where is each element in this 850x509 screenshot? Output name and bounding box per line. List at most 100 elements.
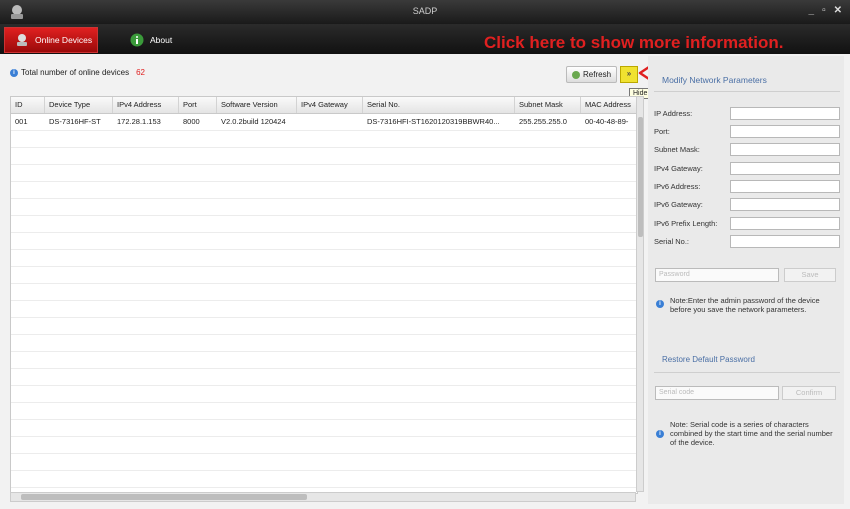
column-header-subnet-mask[interactable]: Subnet Mask <box>515 97 581 113</box>
empty-row <box>11 199 637 216</box>
horizontal-scrollbar[interactable] <box>10 492 636 502</box>
serial-code-input[interactable]: Serial code <box>655 386 779 400</box>
field-label: IPv4 Gateway: <box>654 164 703 173</box>
subnet-mask-input[interactable] <box>730 143 840 156</box>
device-icon <box>17 34 27 46</box>
divider <box>654 372 840 373</box>
table-row[interactable]: 001 DS-7316HF-ST 172.28.1.153 8000 V2.0.… <box>11 114 637 131</box>
empty-row <box>11 131 637 148</box>
ipv6-address-input[interactable] <box>730 180 840 193</box>
restore-button[interactable]: ▫ <box>822 5 826 16</box>
field-ip-address: IP Address: <box>654 107 840 120</box>
device-table: ID Device Type IPv4 Address Port Softwar… <box>10 96 638 494</box>
field-ipv6-gateway: IPv6 Gateway: <box>654 198 840 211</box>
tab-about[interactable]: About <box>120 27 192 53</box>
info-circle-icon <box>130 33 144 47</box>
empty-row <box>11 437 637 454</box>
minimize-button[interactable]: _ <box>809 5 815 16</box>
empty-row <box>11 284 637 301</box>
sadp-window: SADP _ ▫ ✕ Online Devices About Click he… <box>0 0 850 509</box>
column-header-id[interactable]: ID <box>11 97 45 113</box>
empty-row <box>11 233 637 250</box>
modify-panel-title: Modify Network Parameters <box>662 75 767 85</box>
field-label: Serial No.: <box>654 237 690 246</box>
ipv6-gateway-input[interactable] <box>730 198 840 211</box>
cell-ipv4-gateway <box>297 114 363 130</box>
close-button[interactable]: ✕ <box>834 5 842 16</box>
empty-row <box>11 471 637 488</box>
save-button[interactable]: Save <box>784 268 836 282</box>
vertical-scrollbar[interactable] <box>636 96 644 492</box>
annotation-hint: Click here to show more information. <box>484 33 784 52</box>
info-icon: i <box>10 68 18 77</box>
empty-row <box>11 318 637 335</box>
empty-row <box>11 369 637 386</box>
field-label: IP Address: <box>654 109 693 118</box>
field-subnet-mask: Subnet Mask: <box>654 143 840 156</box>
empty-row <box>11 182 637 199</box>
scroll-thumb[interactable] <box>638 117 643 237</box>
tab-online-devices[interactable]: Online Devices <box>4 27 98 53</box>
field-ipv4-gateway: IPv4 Gateway: <box>654 162 840 175</box>
serial-note-text: Note: Serial code is a series of charact… <box>670 420 833 447</box>
ipv4-gateway-input[interactable] <box>730 162 840 175</box>
empty-row <box>11 267 637 284</box>
empty-row <box>11 250 637 267</box>
cell-mac-address: 00-40-48-89- <box>585 117 629 126</box>
empty-row <box>11 403 637 420</box>
column-header-software-version[interactable]: Software Version <box>217 97 297 113</box>
title-bar: SADP _ ▫ ✕ <box>0 0 850 24</box>
restore-default-password-link[interactable]: Restore Default Password <box>662 355 755 364</box>
device-count-bar: i Total number of online devices 62 <box>10 68 145 77</box>
column-header-ipv4-gateway[interactable]: IPv4 Gateway <box>297 97 363 113</box>
field-ipv6-address: IPv6 Address: <box>654 180 840 193</box>
cell-ipv4-address: 172.28.1.153 <box>117 117 161 126</box>
tab-about-label: About <box>150 35 173 45</box>
field-serial-no: Serial No.: <box>654 235 840 248</box>
column-header-mac-address[interactable]: MAC Address <box>581 97 637 113</box>
empty-row <box>11 420 637 437</box>
confirm-button[interactable]: Confirm <box>782 386 836 400</box>
field-label: Subnet Mask: <box>654 145 700 154</box>
save-note-text: Note:Enter the admin password of the dev… <box>670 296 820 314</box>
ipv6-prefix-length-input[interactable] <box>730 217 840 230</box>
cell-port: 8000 <box>183 117 200 126</box>
cell-id: 001 <box>15 117 28 126</box>
serial-note: i Note: Serial code is a series of chara… <box>656 420 838 447</box>
table-header: ID Device Type IPv4 Address Port Softwar… <box>11 97 637 114</box>
ip-address-input[interactable] <box>730 107 840 120</box>
empty-row <box>11 386 637 403</box>
empty-row <box>11 454 637 471</box>
cell-subnet-mask: 255.255.255.0 <box>519 117 567 126</box>
empty-row <box>11 335 637 352</box>
empty-row <box>11 216 637 233</box>
window-title: SADP <box>412 6 438 16</box>
cell-serial-no: DS-7316HFI-ST1620120319BBWR40... <box>367 117 500 126</box>
serial-no-input[interactable] <box>730 235 840 248</box>
scroll-thumb[interactable] <box>21 494 307 500</box>
field-ipv6-prefix-length: IPv6 Prefix Length: <box>654 217 840 230</box>
port-input[interactable] <box>730 125 840 138</box>
info-icon: i <box>656 300 664 308</box>
total-devices-label: Total number of online devices <box>21 68 130 77</box>
refresh-button[interactable]: Refresh <box>566 66 618 83</box>
refresh-icon <box>572 70 580 79</box>
field-port: Port: <box>654 125 840 138</box>
empty-row <box>11 301 637 318</box>
column-header-device-type[interactable]: Device Type <box>45 97 113 113</box>
field-label: IPv6 Prefix Length: <box>654 219 718 228</box>
divider <box>654 91 840 92</box>
column-header-serial-no[interactable]: Serial No. <box>363 97 515 113</box>
total-devices-count: 62 <box>136 68 145 77</box>
field-label: Port: <box>654 127 670 136</box>
info-icon: i <box>656 430 664 438</box>
cell-software-version: V2.0.2build 120424 <box>221 117 286 126</box>
save-note: i Note:Enter the admin password of the d… <box>656 296 838 314</box>
field-label: IPv6 Gateway: <box>654 200 703 209</box>
empty-row <box>11 352 637 369</box>
tab-online-devices-label: Online Devices <box>35 35 93 45</box>
password-input[interactable]: Password <box>655 268 779 282</box>
column-header-ipv4-address[interactable]: IPv4 Address <box>113 97 179 113</box>
field-label: IPv6 Address: <box>654 182 701 191</box>
column-header-port[interactable]: Port <box>179 97 217 113</box>
